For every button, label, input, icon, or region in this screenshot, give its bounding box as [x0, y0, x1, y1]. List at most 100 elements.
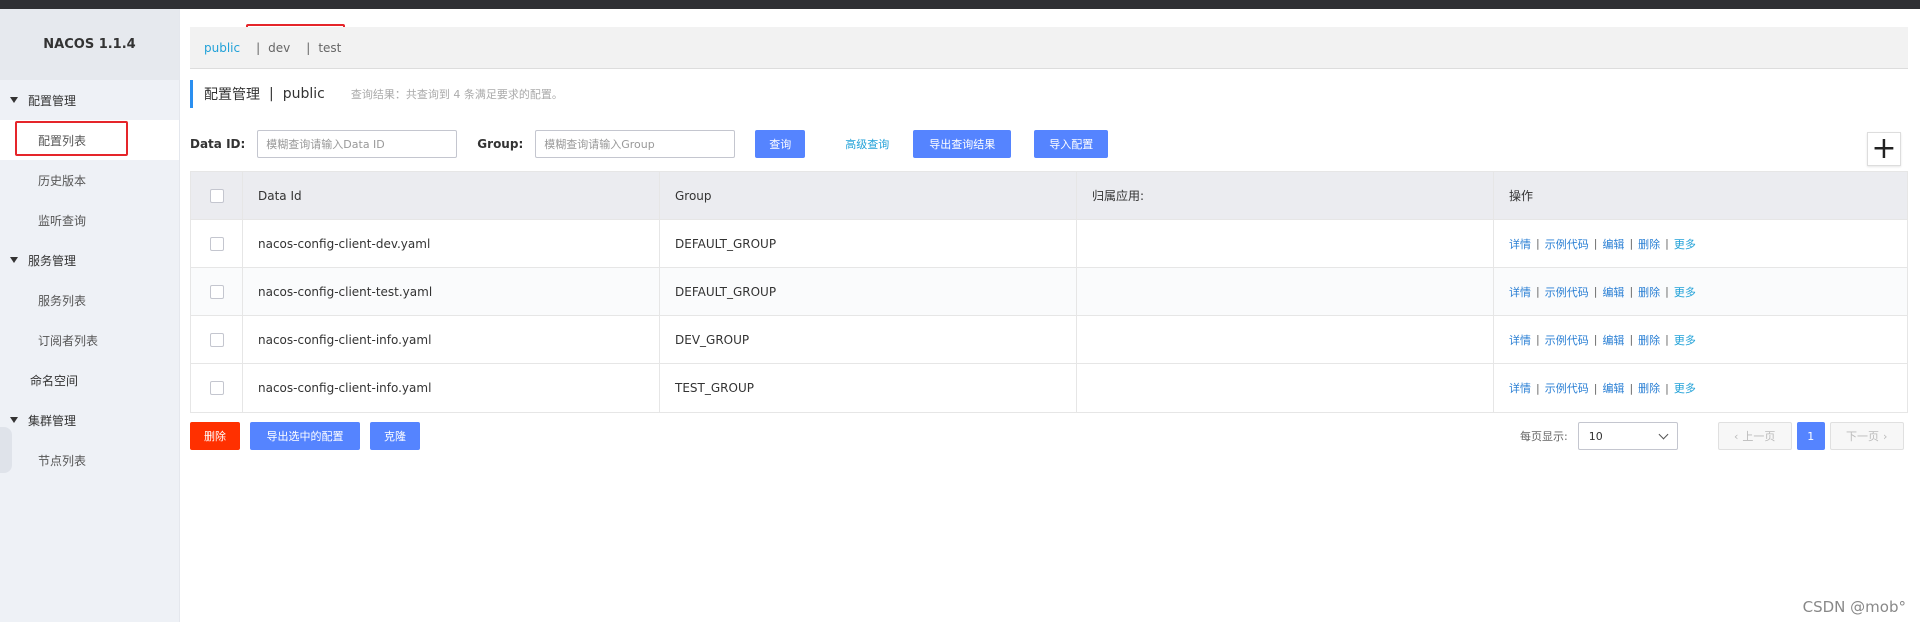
row-checkbox[interactable] — [209, 236, 224, 251]
edit-link[interactable]: 编辑 — [1602, 284, 1624, 300]
export-selected-button[interactable]: 导出选中的配置 — [250, 422, 360, 450]
more-link[interactable]: 更多 — [1674, 236, 1696, 252]
group-label: Group: — [477, 137, 524, 151]
sidebar-collapse-handle[interactable] — [0, 427, 12, 473]
delete-link[interactable]: 删除 — [1638, 236, 1660, 252]
namespace-tab-dev[interactable]: dev — [268, 41, 290, 55]
bulk-actions: 删除 导出选中的配置 克隆 — [190, 422, 420, 450]
app-cell — [1077, 220, 1494, 267]
group-input[interactable]: 模糊查询请输入Group — [535, 130, 736, 158]
top-dark-bar — [0, 0, 1920, 9]
action-separator: | — [1536, 237, 1540, 250]
actions-cell: 详情 | 示例代码 | 编辑 | 删除 | 更多 — [1494, 268, 1907, 315]
action-separator: | — [1536, 285, 1540, 298]
sidebar-group-label: 配置管理 — [28, 93, 77, 108]
query-button[interactable]: 查询 — [755, 130, 806, 158]
page-size-value: 10 — [1588, 429, 1603, 443]
filter-bar: Data ID: 模糊查询请输入Data ID Group: 模糊查询请输入Gr… — [190, 130, 1109, 158]
table-header-row: Data Id Group 归属应用: 操作 — [191, 172, 1907, 220]
data-id-cell: nacos-config-client-test.yaml — [243, 268, 660, 315]
detail-link[interactable]: 详情 — [1509, 380, 1531, 396]
sidebar-item-subscriber-list[interactable]: 订阅者列表 — [0, 320, 179, 360]
sidebar-item-config-list[interactable]: 配置列表 — [0, 120, 179, 160]
more-link[interactable]: 更多 — [1674, 332, 1696, 348]
more-link[interactable]: 更多 — [1674, 284, 1696, 300]
table-row: nacos-config-client-dev.yaml DEFAULT_GRO… — [191, 220, 1907, 268]
group-cell: DEV_GROUP — [660, 316, 1077, 363]
namespace-tab-public[interactable]: public — [204, 41, 240, 55]
namespace-tab-test[interactable]: test — [318, 41, 341, 55]
row-checkbox[interactable] — [209, 284, 224, 299]
detail-link[interactable]: 详情 — [1509, 332, 1531, 348]
data-id-cell: nacos-config-client-info.yaml — [243, 316, 660, 363]
sidebar-item-node-list[interactable]: 节点列表 — [0, 440, 179, 480]
actions-cell: 详情 | 示例代码 | 编辑 | 删除 | 更多 — [1494, 364, 1907, 412]
action-separator: | — [1665, 285, 1669, 298]
data-id-input[interactable]: 模糊查询请输入Data ID — [257, 130, 458, 158]
advanced-query-link[interactable]: 高级查询 — [845, 136, 889, 152]
action-separator: | — [1536, 381, 1540, 395]
action-separator: | — [1593, 285, 1598, 298]
caret-down-icon — [10, 417, 18, 423]
sample-code-link[interactable]: 示例代码 — [1545, 284, 1589, 300]
action-separator: | — [1629, 333, 1634, 346]
row-checkbox[interactable] — [209, 332, 224, 347]
row-select-cell — [191, 220, 243, 267]
namespace-bar: public | dev | test — [190, 27, 1908, 69]
bulk-delete-button[interactable]: 删除 — [190, 422, 240, 450]
data-id-label: Data ID: — [190, 137, 246, 151]
next-page-button[interactable]: 下一页 › — [1829, 422, 1904, 450]
chevron-down-icon — [1658, 429, 1669, 439]
page-size-select[interactable]: 10 — [1577, 422, 1678, 450]
row-checkbox[interactable] — [209, 381, 224, 395]
chevron-right-icon: › — [1883, 429, 1888, 443]
export-results-button[interactable]: 导出查询结果 — [913, 130, 1012, 158]
actions-cell: 详情 | 示例代码 | 编辑 | 删除 | 更多 — [1494, 220, 1907, 267]
delete-link[interactable]: 删除 — [1638, 284, 1660, 300]
sidebar-group-service-management[interactable]: 服务管理 — [0, 240, 179, 280]
action-separator: | — [1629, 237, 1634, 250]
delete-link[interactable]: 删除 — [1638, 332, 1660, 348]
data-id-cell: nacos-config-client-dev.yaml — [243, 220, 660, 267]
sidebar-group-cluster-management[interactable]: 集群管理 — [0, 400, 179, 440]
sample-code-link[interactable]: 示例代码 — [1545, 332, 1589, 348]
config-table: Data Id Group 归属应用: 操作 nacos-config-clie… — [190, 171, 1908, 413]
action-separator: | — [1629, 381, 1634, 395]
action-separator: | — [1665, 237, 1669, 250]
row-select-cell — [191, 364, 243, 412]
sidebar-item-service-list[interactable]: 服务列表 — [0, 280, 179, 320]
clone-button[interactable]: 克隆 — [370, 422, 420, 450]
row-select-cell — [191, 316, 243, 363]
sidebar-item-listener-query[interactable]: 监听查询 — [0, 200, 179, 240]
sidebar-item-history[interactable]: 历史版本 — [0, 160, 179, 200]
more-link[interactable]: 更多 — [1674, 380, 1696, 396]
action-separator: | — [1593, 237, 1598, 250]
table-row: nacos-config-client-info.yaml DEV_GROUP … — [191, 316, 1907, 364]
edit-link[interactable]: 编辑 — [1602, 332, 1624, 348]
column-header-data-id: Data Id — [243, 172, 660, 219]
app-cell — [1077, 268, 1494, 315]
chevron-left-icon: ‹ — [1734, 429, 1739, 443]
add-config-button[interactable]: + — [1867, 132, 1901, 166]
edit-link[interactable]: 编辑 — [1602, 380, 1624, 396]
import-config-button[interactable]: 导入配置 — [1034, 130, 1109, 158]
namespace-separator: | — [256, 40, 261, 55]
sidebar-group-label: 集群管理 — [28, 413, 77, 428]
prev-page-button[interactable]: ‹ 上一页 — [1717, 422, 1792, 450]
action-separator: | — [1665, 381, 1669, 395]
namespace-separator: | — [306, 40, 311, 55]
sidebar-item-namespace[interactable]: 命名空间 — [0, 360, 179, 400]
detail-link[interactable]: 详情 — [1509, 236, 1531, 252]
sample-code-link[interactable]: 示例代码 — [1545, 236, 1589, 252]
sample-code-link[interactable]: 示例代码 — [1545, 380, 1589, 396]
table-row: nacos-config-client-info.yaml TEST_GROUP… — [191, 364, 1907, 412]
page-number-current[interactable]: 1 — [1796, 422, 1825, 450]
select-all-checkbox[interactable] — [209, 188, 224, 203]
edit-link[interactable]: 编辑 — [1602, 236, 1624, 252]
detail-link[interactable]: 详情 — [1509, 284, 1531, 300]
pagination: 每页显示: 10 ‹ 上一页 1 下一页 › — [1520, 422, 1904, 450]
query-result-hint: 查询结果：共查询到 4 条满足要求的配置。 — [350, 88, 563, 101]
table-row: nacos-config-client-test.yaml DEFAULT_GR… — [191, 268, 1907, 316]
delete-link[interactable]: 删除 — [1638, 380, 1660, 396]
sidebar-group-config-management[interactable]: 配置管理 — [0, 80, 179, 120]
